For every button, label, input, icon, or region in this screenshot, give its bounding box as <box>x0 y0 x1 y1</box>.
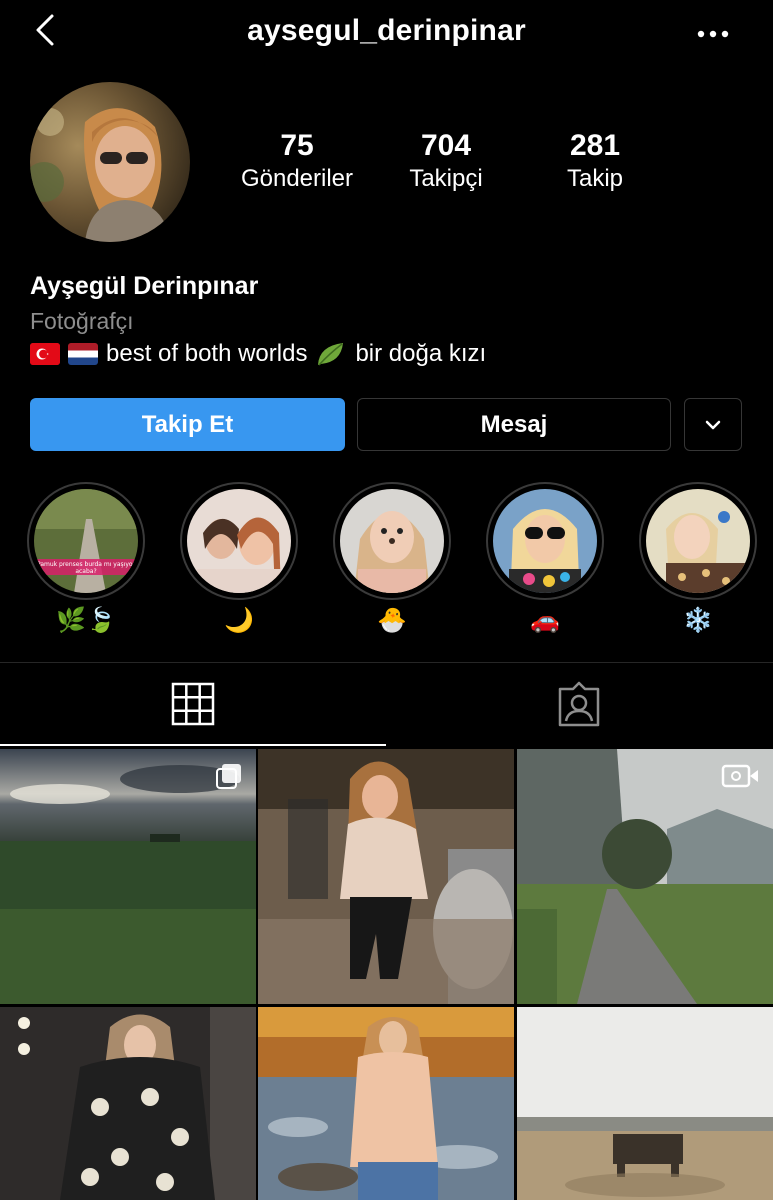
follow-button[interactable]: Takip Et <box>30 398 345 451</box>
tab-tagged[interactable] <box>386 663 772 745</box>
grid-icon <box>171 682 215 726</box>
profile-bio: best of both worlds bir doğa kızı <box>30 340 486 368</box>
stat-posts[interactable]: 75 Gönderiler <box>222 128 372 194</box>
stat-followers-label: Takipçi <box>409 165 483 192</box>
highlight-cover <box>646 489 750 593</box>
message-button[interactable]: Mesaj <box>357 398 671 451</box>
stat-posts-count: 75 <box>280 129 314 162</box>
profile-avatar[interactable] <box>30 82 190 242</box>
top-bar: aysegul_derinpinar <box>0 0 773 70</box>
profile-name: Ayşegül Derinpınar <box>30 272 259 300</box>
highlight-cover: Pamuk prenses burda mı yaşıyor acaba? <box>34 489 138 593</box>
stat-following-count: 281 <box>569 129 621 162</box>
stat-posts-label: Gönderiler <box>240 165 354 192</box>
post-thumbnail[interactable] <box>517 1007 773 1200</box>
highlight-label: 🌙 <box>224 607 254 634</box>
active-tab-indicator <box>0 744 386 746</box>
more-options-button[interactable] <box>693 24 733 44</box>
highlight-label: 🐣 <box>377 607 407 634</box>
story-highlight[interactable]: 🚗 <box>485 482 605 636</box>
highlight-caption-line-1: Pamuk prenses burda mı yaşıyor <box>37 561 136 568</box>
stat-following[interactable]: 281 Takip <box>520 128 670 194</box>
post-thumbnail[interactable] <box>0 749 256 1004</box>
post-thumbnail[interactable] <box>258 749 514 1004</box>
tagged-person-icon <box>558 681 600 727</box>
tab-posts-grid[interactable] <box>0 663 386 745</box>
leaf-icon <box>318 343 344 366</box>
turkey-flag-icon <box>30 343 60 365</box>
story-highlight[interactable]: 🐣 <box>332 482 452 636</box>
post-thumbnail[interactable] <box>258 1007 514 1200</box>
video-icon <box>721 764 758 788</box>
highlight-cover <box>493 489 597 593</box>
highlight-label: 🚗 <box>530 607 560 634</box>
stat-followers-count: 704 <box>420 129 472 162</box>
post-thumbnail[interactable] <box>0 1007 256 1200</box>
highlight-caption-line-2: acaba? <box>75 568 96 575</box>
profile-username: aysegul_derinpinar <box>247 14 526 47</box>
profile-category: Fotoğrafçı <box>30 308 134 334</box>
highlight-label: 🌿🍃 <box>56 607 116 634</box>
story-highlight[interactable]: ❄️ <box>638 482 758 636</box>
post-thumbnail[interactable] <box>517 749 773 1004</box>
suggested-dropdown-button[interactable] <box>684 398 742 451</box>
story-highlight[interactable]: 🌙 <box>179 482 299 636</box>
chevron-down-icon <box>705 420 721 429</box>
more-horizontal-icon <box>697 30 729 38</box>
carousel-icon <box>216 764 241 789</box>
stat-followers[interactable]: 704 Takipçi <box>371 128 521 194</box>
bio-text: best of both worlds <box>106 340 308 367</box>
highlight-cover <box>187 489 291 593</box>
highlight-cover <box>340 489 444 593</box>
bio-text-2: bir doğa kızı <box>355 340 487 367</box>
highlight-label: ❄️ <box>683 607 713 634</box>
story-highlight[interactable]: Pamuk prenses burda mı yaşıyor acaba? 🌿🍃 <box>26 482 146 636</box>
stat-following-label: Takip <box>566 165 624 192</box>
netherlands-flag-icon <box>68 343 98 365</box>
